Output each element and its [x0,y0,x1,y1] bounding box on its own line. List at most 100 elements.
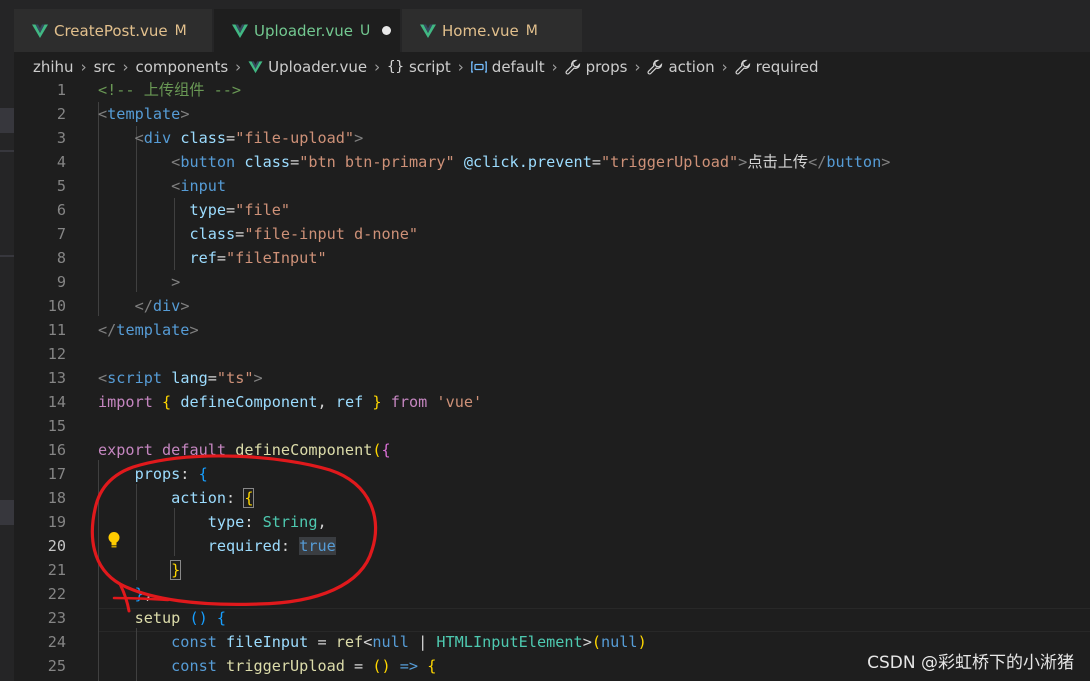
activity-strip [0,0,14,681]
breadcrumb-item[interactable]: components [135,58,228,76]
code-token: "triggerUpload" [601,153,739,171]
code-token: required [207,537,281,555]
code-token: () [372,657,391,675]
code-token-selected: true [299,537,336,555]
code-token: div [152,297,181,315]
code-token: <!-- 上传组件 --> [98,81,242,99]
code-token: : [226,489,245,507]
lightbulb-icon[interactable] [107,531,121,549]
chevron-right-icon: › [634,58,641,76]
code-token: } [372,393,382,411]
code-token: script [107,369,163,387]
code-token: ref [326,393,373,411]
breadcrumb-label: action [668,58,715,76]
braces-icon: {} [387,59,404,75]
code-line: 5 <input [14,174,1090,198]
vue-icon [420,24,436,38]
code-token: ( [372,441,382,459]
code-token: const [171,633,217,651]
editor-tab-bar: CreatePost.vue M Uploader.vue U Home.vue… [14,0,1090,52]
code-token: props [134,465,181,483]
code-token: { [162,393,172,411]
code-token: setup [134,609,181,627]
breadcrumb-label: props [585,58,628,76]
code-line: 22 }, [14,582,1090,606]
code-token: fileInput [226,633,309,651]
chevron-right-icon: › [80,58,87,76]
code-line-current: 20 required: true [14,534,1090,558]
line-number: 22 [47,585,66,603]
chevron-right-icon: › [122,58,129,76]
code-token: button [826,153,882,171]
tab-status: M [525,22,538,39]
code-token: = [226,129,236,147]
breadcrumb-item[interactable]: zhihu [33,58,74,76]
code-token: "file-input d-none" [244,225,419,243]
unsaved-dot-icon[interactable] [382,26,392,35]
breadcrumb-script[interactable]: {} script [387,58,451,76]
code-token: = [344,657,373,675]
code-token: 点击上传 [747,153,809,171]
tab-uploader[interactable]: Uploader.vue U [214,9,400,52]
wrench-icon [735,59,750,75]
chevron-right-icon: › [374,58,381,76]
code-line: 14 import { defineComponent, ref } from '… [14,390,1090,414]
code-line: 18 action: { [14,486,1090,510]
code-token: @click.prevent [463,153,592,171]
code-token: null [601,633,638,651]
breadcrumb-props[interactable]: props [565,58,628,76]
line-number: 6 [56,201,66,219]
code-token: lang [171,369,208,387]
code-line: 12 [14,342,1090,366]
line-number: 16 [47,441,66,459]
code-token: < [134,129,144,147]
code-token: from [390,393,428,411]
watermark: CSDN @彩虹桥下的小淅猪 [867,653,1074,673]
breadcrumb-label: script [408,58,451,76]
breadcrumb-item[interactable]: src [94,58,116,76]
code-token: </ [808,153,827,171]
code-line: 1 <!-- 上传组件 --> [14,78,1090,102]
breadcrumb-default[interactable]: default [470,58,545,76]
code-token: > [253,369,263,387]
code-token: > [582,633,592,651]
code-token: class [189,225,236,243]
line-number: 20 [47,537,66,555]
code-token: class [244,153,291,171]
breadcrumb-label: required [755,58,819,76]
breadcrumb-required[interactable]: required [735,58,819,76]
breadcrumb-file[interactable]: Uploader.vue [248,58,367,76]
code-token: > [189,321,199,339]
code-token: template [107,105,181,123]
code-token: "btn btn-primary" [299,153,455,171]
line-number: 13 [47,369,66,387]
line-number: 19 [47,513,66,531]
vue-icon [32,24,48,38]
chevron-right-icon: › [551,58,558,76]
line-number: 25 [47,657,66,675]
line-number: 12 [47,345,66,363]
tab-createpost[interactable]: CreatePost.vue M [14,9,212,52]
explorer-divider [0,150,14,152]
code-token: { [243,488,255,508]
wrench-icon [647,59,663,75]
line-number: 23 [47,609,66,627]
code-editor[interactable]: 1 <!-- 上传组件 --> 2 <template> 3 <div class=… [14,78,1090,681]
wrench-icon [565,59,580,75]
code-token: > [881,153,891,171]
code-token: const [171,657,217,675]
code-line: 8 ref="fileInput" [14,246,1090,270]
chevron-right-icon: › [721,58,728,76]
code-token: = [226,201,236,219]
code-token: type [207,513,245,531]
chevron-right-icon: › [457,58,464,76]
code-token: input [180,177,227,195]
code-token: "file" [235,201,291,219]
code-token: , [317,513,327,531]
code-token: = [591,153,601,171]
code-token: () [189,609,208,627]
code-token: action [171,489,227,507]
tab-home[interactable]: Home.vue M [402,9,582,52]
code-token: > [180,105,190,123]
breadcrumb-action[interactable]: action [647,58,715,76]
